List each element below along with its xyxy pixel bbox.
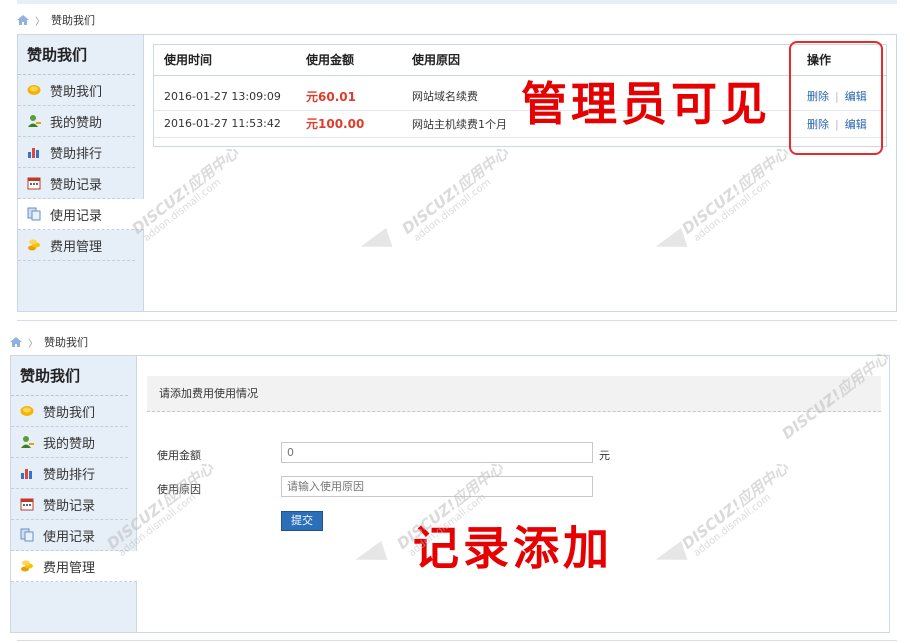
bar-chart-icon xyxy=(28,148,39,158)
usage-time: 2016-01-27 13:09:09 xyxy=(154,83,296,111)
column-header: 使用金额 xyxy=(296,45,402,76)
coins-icon xyxy=(28,239,40,251)
breadcrumb-current[interactable]: 赞助我们 xyxy=(51,12,95,28)
submit-button[interactable]: 提交 xyxy=(281,511,323,531)
breadcrumb-separator: 〉 xyxy=(35,16,45,28)
sidebar-item-label: 费用管理 xyxy=(43,560,96,576)
column-header: 使用时间 xyxy=(154,45,296,76)
reason-label: 使用原因 xyxy=(157,483,201,496)
sidebar-item-fee-manage[interactable]: 费用管理 xyxy=(18,230,135,261)
calendar-icon xyxy=(27,177,41,190)
sidebar-item-my-sponsor[interactable]: 我的赞助 xyxy=(18,106,135,137)
home-icon[interactable] xyxy=(10,337,22,347)
sidebar-item-label: 赞助排行 xyxy=(43,467,96,483)
sidebar-item-my-sponsor[interactable]: 我的赞助 xyxy=(11,427,128,458)
breadcrumb-current[interactable]: 赞助我们 xyxy=(44,334,88,350)
home-icon[interactable] xyxy=(17,15,29,25)
copy-icon xyxy=(20,528,34,542)
coins-icon xyxy=(21,560,33,572)
table-header-row: 使用时间 使用金额 使用原因 操作 xyxy=(154,45,886,76)
usage-amount: 元60.01 xyxy=(296,83,402,111)
add-record-panel: 赞助我们 赞助我们 我的赞助 赞助排行 赞助记录 使用记录 费用管理 请添加费用… xyxy=(10,355,890,633)
sidebar: 赞助我们 赞助我们 我的赞助 赞助排行 赞助记录 使用记录 费用管理 xyxy=(18,35,144,311)
section-divider xyxy=(17,640,897,641)
sidebar-item-label: 赞助我们 xyxy=(50,84,103,100)
table-row: 2016-01-27 11:53:42 元100.00 网站主机续费1个月 删除… xyxy=(154,110,886,138)
coin-icon xyxy=(20,406,34,416)
sidebar-item-records[interactable]: 赞助记录 xyxy=(11,489,128,520)
sidebar-title: 赞助我们 xyxy=(18,35,135,75)
sidebar-item-label: 赞助排行 xyxy=(50,146,103,162)
sidebar-item-label: 我的赞助 xyxy=(43,436,96,452)
amount-input[interactable] xyxy=(281,442,593,463)
sidebar-item-ranking[interactable]: 赞助排行 xyxy=(11,458,128,489)
breadcrumb: 〉 赞助我们 xyxy=(17,12,95,28)
sidebar-item-label: 使用记录 xyxy=(43,529,96,545)
sidebar-item-records[interactable]: 赞助记录 xyxy=(18,168,135,199)
records-table: 使用时间 使用金额 使用原因 操作 2016-01-27 13:09:09 元6… xyxy=(153,44,887,147)
amount-label: 使用金额 xyxy=(157,449,201,462)
user-icon xyxy=(21,436,34,448)
usage-time: 2016-01-27 11:53:42 xyxy=(154,110,296,138)
sidebar-item-label: 赞助记录 xyxy=(43,498,96,514)
coin-icon xyxy=(27,85,41,95)
sidebar-item-label: 赞助我们 xyxy=(43,405,96,421)
top-border xyxy=(17,0,897,4)
sidebar-item-usage[interactable]: 使用记录 xyxy=(11,520,128,551)
sidebar-title: 赞助我们 xyxy=(11,356,128,396)
sidebar-item-sponsor[interactable]: 赞助我们 xyxy=(18,75,135,106)
highlight-box xyxy=(789,41,883,155)
annotation-record-add: 记录添加 xyxy=(413,521,613,575)
sidebar-item-label: 赞助记录 xyxy=(50,177,103,193)
amount-unit: 元 xyxy=(599,449,610,462)
sidebar-item-label: 我的赞助 xyxy=(50,115,103,131)
reason-input[interactable] xyxy=(281,476,593,497)
sidebar-item-ranking[interactable]: 赞助排行 xyxy=(18,137,135,168)
usage-amount: 元100.00 xyxy=(296,110,402,138)
table-row: 2016-01-27 13:09:09 元60.01 网站域名续费 删除 | 编辑 xyxy=(154,83,886,111)
column-header: 使用原因 xyxy=(402,45,797,76)
sidebar-item-usage[interactable]: 使用记录 xyxy=(18,199,144,230)
breadcrumb: 〉 赞助我们 xyxy=(10,334,88,350)
user-icon xyxy=(28,115,41,127)
sidebar: 赞助我们 赞助我们 我的赞助 赞助排行 赞助记录 使用记录 费用管理 xyxy=(11,356,137,632)
section-divider xyxy=(17,320,897,321)
copy-icon xyxy=(27,207,41,221)
sidebar-item-label: 使用记录 xyxy=(50,208,103,224)
calendar-icon xyxy=(20,498,34,511)
breadcrumb-separator: 〉 xyxy=(28,338,38,350)
sidebar-item-sponsor[interactable]: 赞助我们 xyxy=(11,396,128,427)
form-heading: 请添加费用使用情况 xyxy=(147,376,881,412)
sidebar-item-fee-manage[interactable]: 费用管理 xyxy=(11,551,137,582)
annotation-admin-visible: 管理员可见 xyxy=(521,77,771,131)
sidebar-item-label: 费用管理 xyxy=(50,239,103,255)
bar-chart-icon xyxy=(21,469,32,479)
